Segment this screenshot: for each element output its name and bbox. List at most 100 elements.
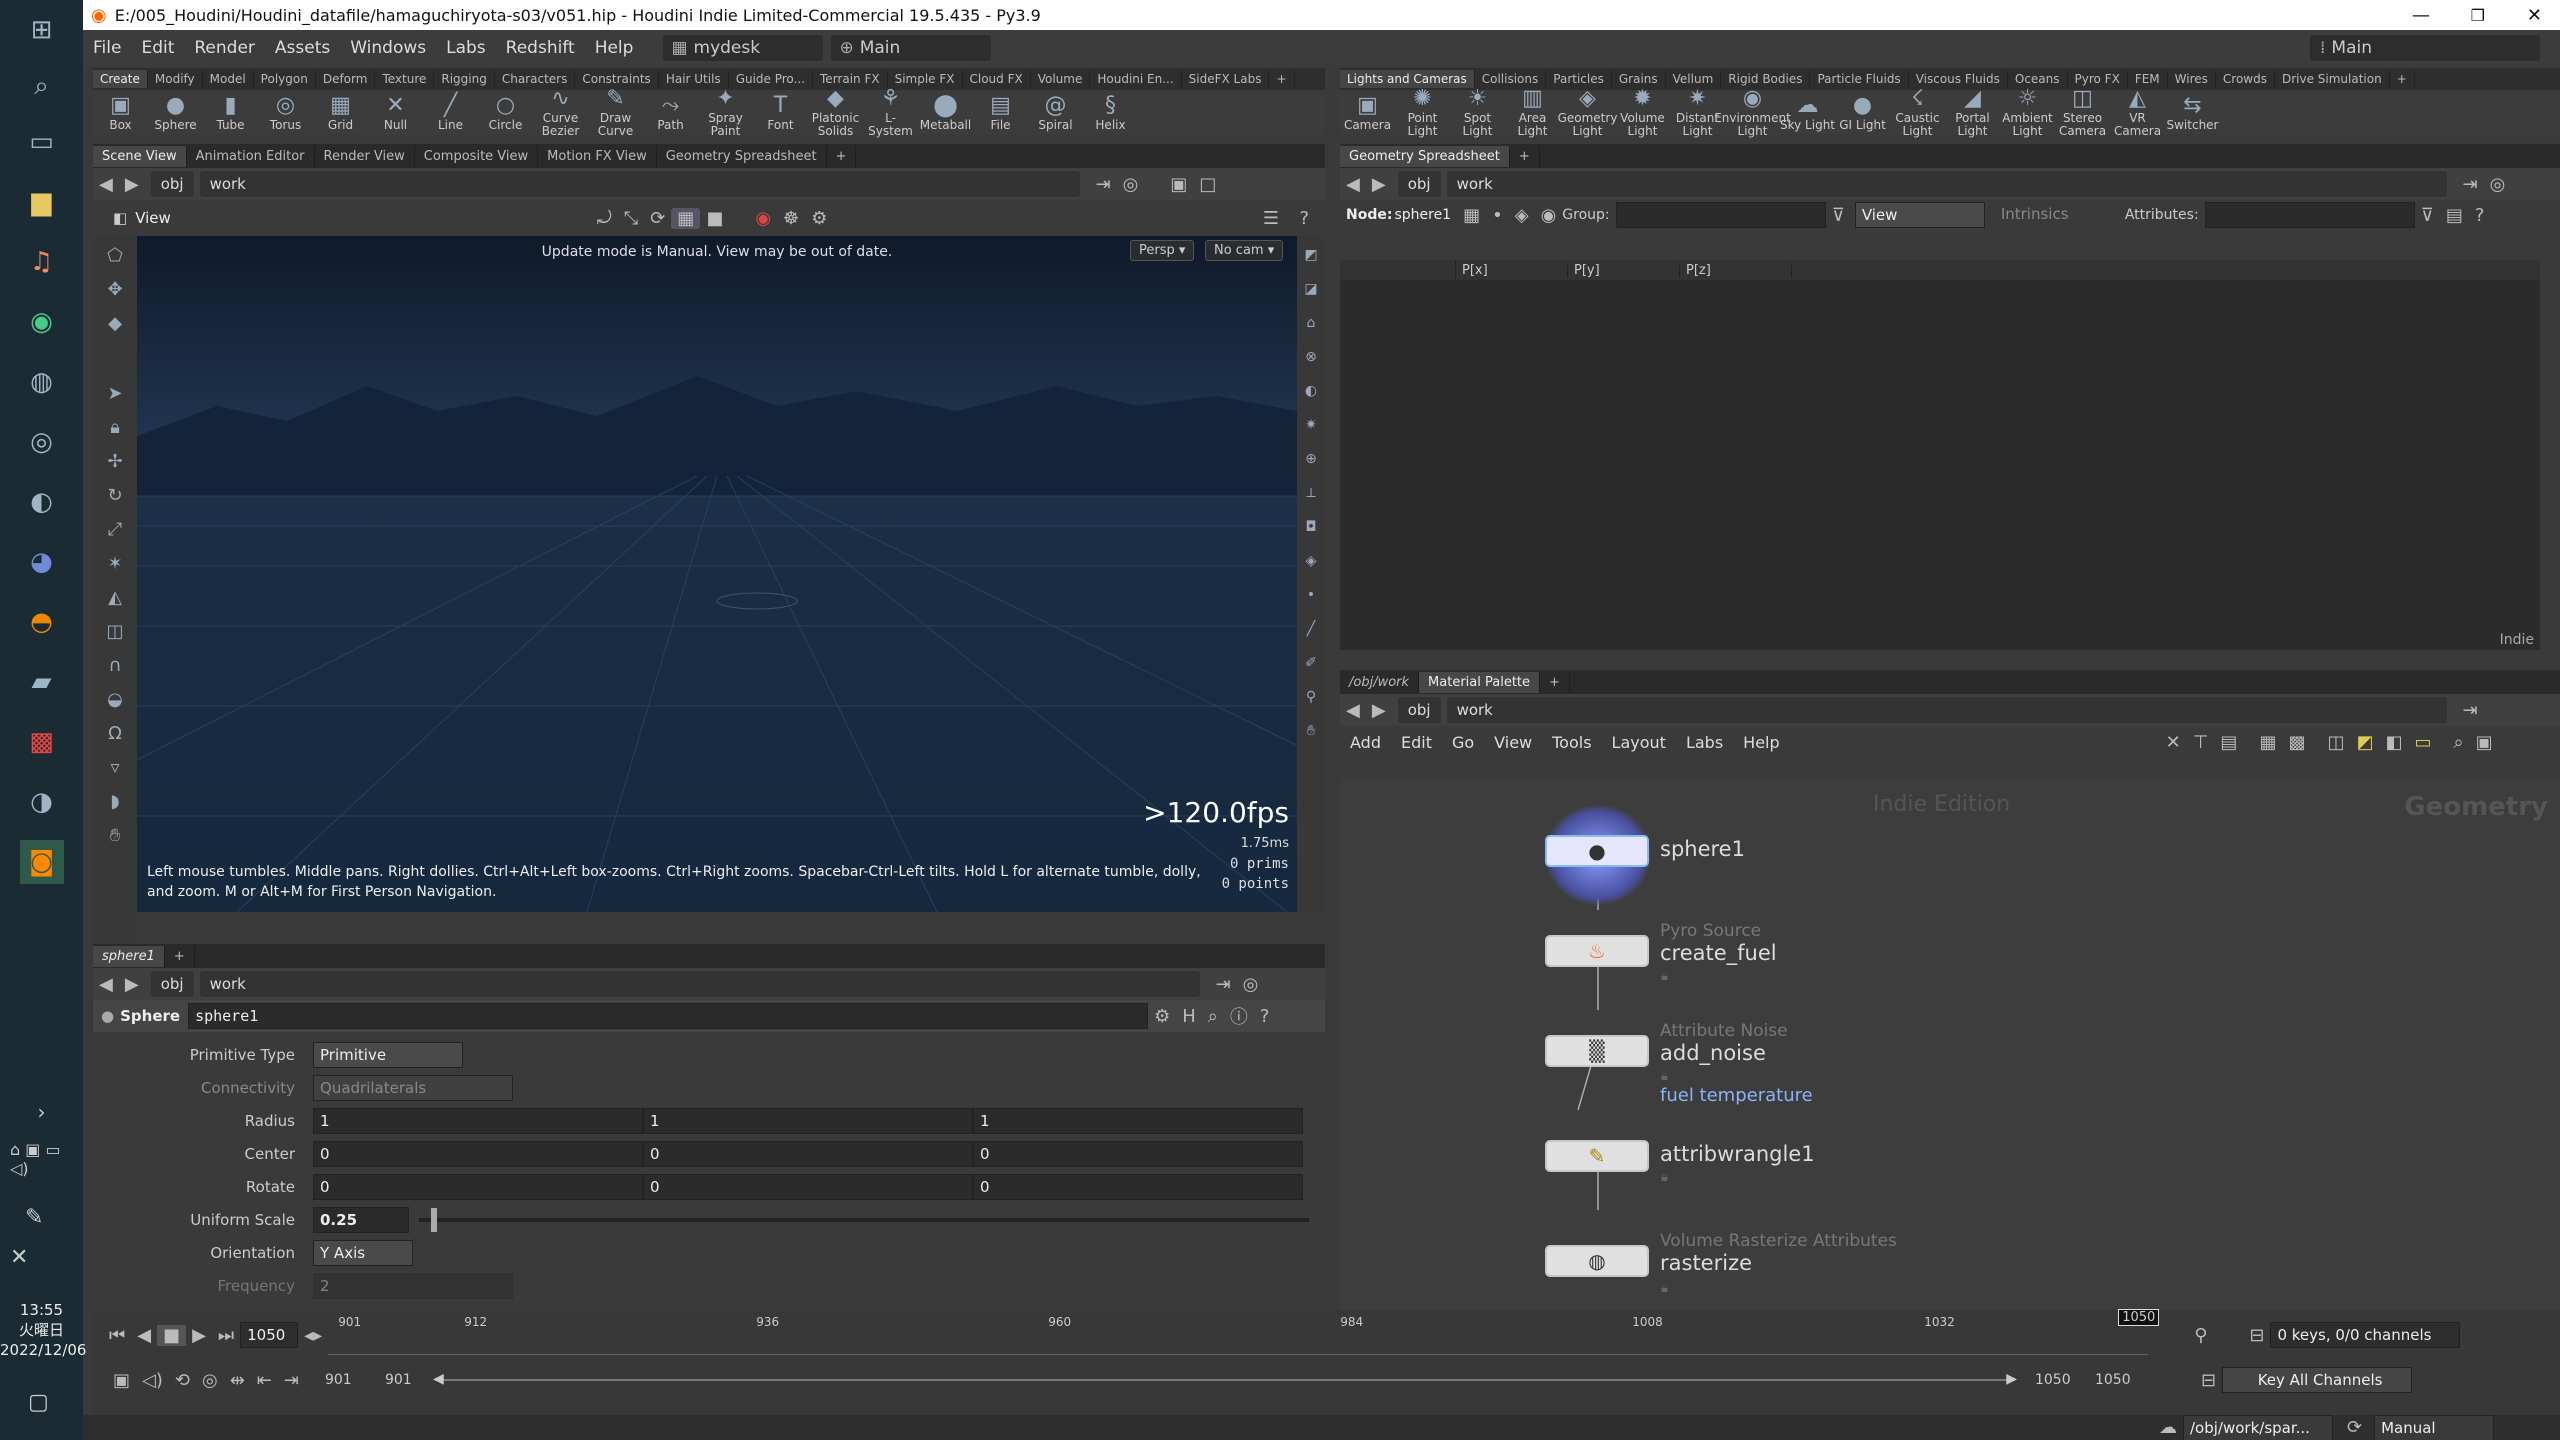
back-icon[interactable]: ◀ bbox=[93, 174, 119, 195]
desktop-sel-select[interactable]: ⊕ Main bbox=[831, 35, 992, 61]
background-icon[interactable]: ◐ bbox=[1299, 376, 1323, 406]
point-numbers-icon[interactable]: ⊕ bbox=[1299, 444, 1323, 474]
net-path-obj[interactable]: obj bbox=[1397, 697, 1441, 723]
shelf-tool-portal-light[interactable]: ◢ Portal Light bbox=[1945, 86, 2000, 138]
file-explorer-icon[interactable]: ▆ bbox=[20, 180, 64, 224]
net-menu-edit[interactable]: Edit bbox=[1391, 733, 1442, 752]
add-shelf-tab-icon[interactable]: + bbox=[1269, 70, 1295, 88]
ss-back-icon[interactable]: ◀ bbox=[1340, 174, 1366, 195]
pen-icon[interactable]: ✎ bbox=[25, 1205, 43, 1230]
gear-icon[interactable]: ⚙ bbox=[1148, 1006, 1176, 1027]
param-path-work[interactable]: work bbox=[199, 971, 1200, 997]
net-search-icon[interactable]: ⌕ bbox=[2448, 732, 2470, 753]
node-attribwrangle1[interactable]: ✎ attribwrangle1 🔒︎ bbox=[1545, 1140, 1815, 1185]
tab-material-palette[interactable]: Material Palette bbox=[1419, 671, 1541, 693]
close-icon[interactable]: ✕ bbox=[10, 1245, 28, 1270]
palette-icon[interactable]: ◧ bbox=[2380, 732, 2409, 753]
center-x[interactable]: 0 bbox=[313, 1140, 643, 1167]
uniform-scale-field[interactable]: 0.25 bbox=[313, 1206, 409, 1233]
net-menu-labs[interactable]: Labs bbox=[1676, 733, 1733, 752]
param-link-icon[interactable]: ◎ bbox=[1237, 974, 1265, 995]
shelf-tool-platonic-solids[interactable]: ◆ Platonic Solids bbox=[808, 86, 863, 138]
shelf-tool-torus[interactable]: ◎ Torus bbox=[258, 93, 313, 132]
note-icon[interactable]: ◩ bbox=[2350, 732, 2379, 753]
shelf-tool-stereo-camera[interactable]: ◫ Stereo Camera bbox=[2055, 86, 2110, 138]
shelf-tab-deform[interactable]: Deform bbox=[316, 70, 376, 88]
ghost-icon[interactable]: ⊗ bbox=[1299, 342, 1323, 372]
net-menu-help[interactable]: Help bbox=[1733, 733, 1789, 752]
shelf-tool-area-light[interactable]: ▥ Area Light bbox=[1505, 86, 1560, 138]
tree-icon[interactable]: ⊤ bbox=[2187, 732, 2215, 753]
task-view-icon[interactable]: ▭ bbox=[20, 120, 64, 164]
show-hidden-icon[interactable]: › bbox=[0, 1100, 83, 1124]
shelf-tab-volume[interactable]: Volume bbox=[1031, 70, 1091, 88]
net-back-icon[interactable]: ◀ bbox=[1340, 700, 1366, 721]
shelf-tool-metaball[interactable]: ⬤ Metaball bbox=[918, 93, 973, 132]
status-path[interactable]: /obj/work/spar... bbox=[2183, 1414, 2333, 1440]
shelf-tab-modify[interactable]: Modify bbox=[148, 70, 203, 88]
snapshot-icon[interactable]: ▣ bbox=[1164, 174, 1193, 195]
shelf-tab-crowds[interactable]: Crowds bbox=[2216, 70, 2275, 88]
shelf-tool-spray-paint[interactable]: ✦ Spray Paint bbox=[698, 86, 753, 138]
steam-icon-2[interactable]: ◑ bbox=[20, 780, 64, 824]
folder-icon[interactable]: ▭ bbox=[2409, 732, 2438, 753]
node-attribwrangle1-box[interactable]: ✎ bbox=[1545, 1140, 1649, 1172]
current-frame-marker[interactable]: 1050 bbox=[2118, 1309, 2160, 1326]
tab-geometry-spreadsheet-right[interactable]: Geometry Spreadsheet bbox=[1340, 145, 1510, 167]
net-menu-add[interactable]: Add bbox=[1340, 733, 1391, 752]
brush-icon[interactable]: ✐ bbox=[1299, 648, 1323, 678]
help-icon[interactable]: ? bbox=[1293, 208, 1315, 229]
shelf-tool-camera[interactable]: ▣ Camera bbox=[1340, 93, 1395, 132]
shelf-tool-caustic-light[interactable]: ☇ Caustic Light bbox=[1890, 86, 1945, 138]
net-path-work[interactable]: work bbox=[1446, 697, 2447, 723]
detail-mode-icon[interactable]: ◉ bbox=[1535, 205, 1563, 226]
display-icon[interactable]: ◩ bbox=[1299, 240, 1323, 270]
tab-geometry-spreadsheet[interactable]: Geometry Spreadsheet bbox=[657, 145, 827, 167]
path-work[interactable]: work bbox=[199, 171, 1080, 197]
transform-tool-icon[interactable]: ✥ bbox=[100, 274, 130, 304]
snap-prims-icon[interactable]: ◗ bbox=[100, 786, 130, 816]
group-field[interactable] bbox=[1615, 202, 1826, 228]
shelf-tool-switcher[interactable]: ⇆ Switcher bbox=[2165, 93, 2220, 132]
add-shelf-tab-icon-2[interactable]: + bbox=[2390, 70, 2415, 88]
param-forward-icon[interactable]: ▶ bbox=[119, 974, 145, 995]
list-icon[interactable]: ▤ bbox=[2214, 732, 2243, 753]
net-menu-tools[interactable]: Tools bbox=[1542, 733, 1601, 752]
ss-pin-icon[interactable]: ⇥ bbox=[2457, 174, 2484, 195]
voice-app-icon[interactable]: ▩ bbox=[20, 720, 64, 764]
shelf-tool-geometry-light[interactable]: ◈ Geometry Light bbox=[1558, 86, 1618, 138]
current-frame-field[interactable]: 1050 bbox=[240, 1322, 299, 1348]
stop-play-icon[interactable]: ■ bbox=[157, 1324, 187, 1346]
shelf-tool-grid[interactable]: ▦ Grid bbox=[313, 93, 368, 132]
shelf-tool-curve-bezier[interactable]: ∿ Curve Bezier bbox=[533, 86, 588, 138]
steam-icon[interactable]: ◐ bbox=[20, 480, 64, 524]
node-create-fuel[interactable]: Pyro Source ♨ create_fuel 🔒︎ bbox=[1545, 921, 1777, 984]
shelf-tool-ambient-light[interactable]: ☼ Ambient Light bbox=[2000, 86, 2055, 138]
add-param-tab-icon[interactable]: + bbox=[165, 945, 195, 967]
menu-edit[interactable]: Edit bbox=[131, 38, 184, 58]
range-slider[interactable]: ◀ ▶ bbox=[433, 1371, 2017, 1387]
orientation-select[interactable]: Y Axis bbox=[313, 1239, 413, 1266]
shelf-tool-draw-curve[interactable]: ✎ Draw Curve bbox=[588, 86, 643, 138]
shelf-tool-l-system[interactable]: ⚘ L-System bbox=[863, 86, 918, 138]
search-param-icon[interactable]: ⌕ bbox=[1202, 1006, 1224, 1027]
radius-y[interactable]: 1 bbox=[643, 1107, 973, 1134]
shelf-tool-helix[interactable]: § Helix bbox=[1083, 93, 1138, 132]
tab-obj-work[interactable]: /obj/work bbox=[1340, 671, 1420, 693]
uniform-scale-handle[interactable] bbox=[430, 1207, 437, 1232]
layout-icon[interactable]: ▩ bbox=[2282, 732, 2311, 753]
vis-icon[interactable]: ◈ bbox=[1299, 546, 1323, 576]
path-obj[interactable]: obj bbox=[150, 171, 194, 197]
tab-motion-fx-view[interactable]: Motion FX View bbox=[538, 145, 657, 167]
shelf-tab-create[interactable]: Create bbox=[93, 70, 148, 88]
view-mode-icon[interactable]: ▦ bbox=[671, 207, 701, 229]
sim-icon[interactable]: ◎ bbox=[196, 1370, 224, 1391]
range-start-icon[interactable]: ⇤ bbox=[251, 1370, 278, 1391]
radius-x[interactable]: 1 bbox=[313, 1107, 643, 1134]
prev-key-icon[interactable]: ◂▸ bbox=[298, 1325, 328, 1346]
tumble-icon[interactable]: ⤾ bbox=[591, 208, 618, 229]
cam-menu[interactable]: No cam ▾ bbox=[1205, 240, 1284, 261]
radius-z[interactable]: 1 bbox=[973, 1107, 1303, 1134]
node-create-fuel-box[interactable]: ♨ bbox=[1545, 935, 1649, 967]
net-menu-layout[interactable]: Layout bbox=[1602, 733, 1676, 752]
